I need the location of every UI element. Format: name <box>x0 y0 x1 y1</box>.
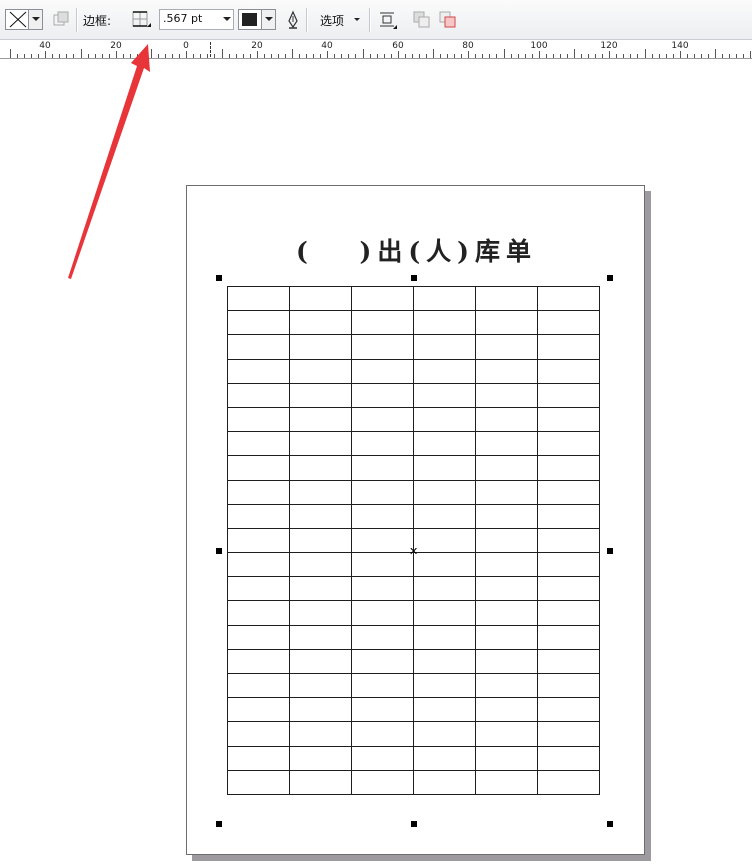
annotation-arrow <box>68 44 150 279</box>
